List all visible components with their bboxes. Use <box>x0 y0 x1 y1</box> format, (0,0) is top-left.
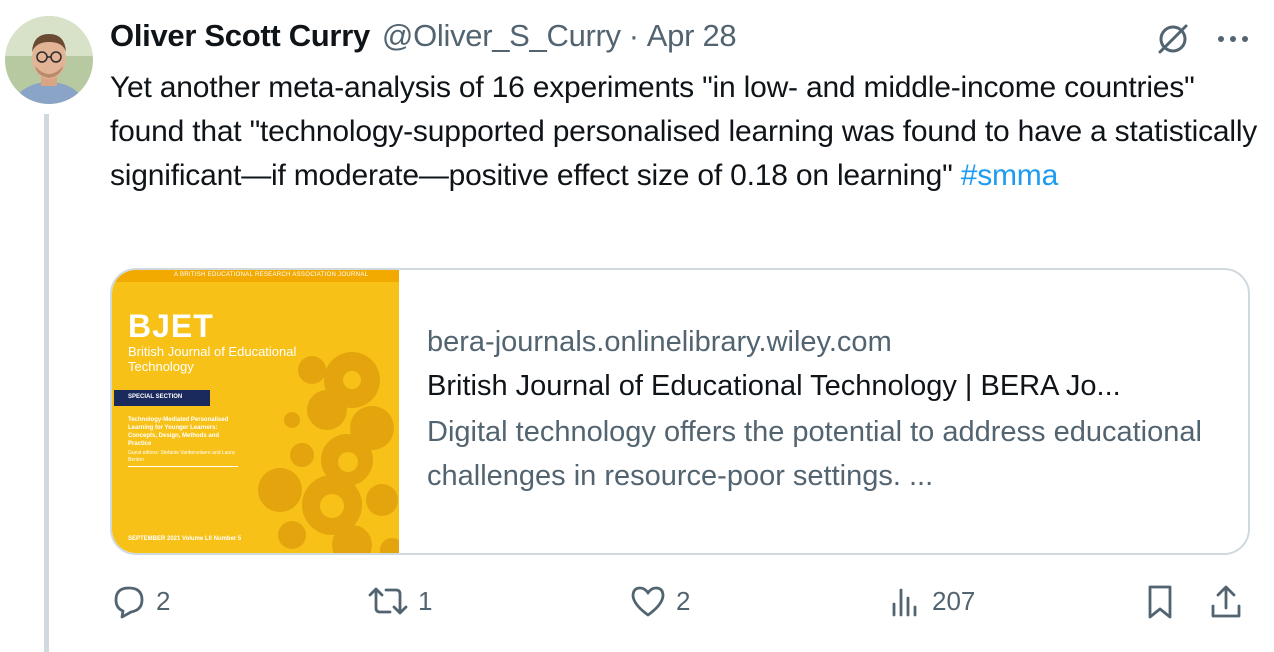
cover-acronym: BJET <box>128 308 214 344</box>
cover-header-strip: A BRITISH EDUCATIONAL RESEARCH ASSOCIATI… <box>112 270 399 282</box>
avatar-image <box>5 16 93 104</box>
tweet-text: Yet another meta-analysis of 16 experime… <box>110 66 1260 198</box>
views-count: 207 <box>932 585 976 616</box>
cover-rule <box>128 466 238 467</box>
tweet-actions: 2 1 2 207 <box>110 582 1250 630</box>
repost-icon <box>366 582 410 620</box>
author-name[interactable]: Oliver Scott Curry <box>110 18 370 54</box>
tweet-date[interactable]: Apr 28 <box>647 18 737 54</box>
views-button[interactable]: 207 <box>886 582 975 620</box>
cover-special-section-label: SPECIAL SECTION <box>128 394 183 400</box>
share-button[interactable] <box>1208 582 1244 622</box>
hashtag-link[interactable]: #smma <box>961 159 1059 192</box>
reply-button[interactable]: 2 <box>110 582 170 620</box>
bookmark-button[interactable] <box>1142 582 1178 622</box>
card-domain: bera-journals.onlinelibrary.wiley.com <box>427 326 892 358</box>
cover-pattern <box>258 352 399 553</box>
cover-special-section-bar: SPECIAL SECTION <box>114 390 210 406</box>
share-icon <box>1208 582 1244 622</box>
card-description: Digital technology offers the potential … <box>427 416 1202 492</box>
journal-cover-image: A BRITISH EDUCATIONAL RESEARCH ASSOCIATI… <box>112 270 399 553</box>
more-icon[interactable] <box>1216 34 1250 44</box>
heart-icon <box>628 582 668 620</box>
dot-separator: · <box>628 18 639 53</box>
avatar[interactable] <box>5 16 93 104</box>
link-card[interactable]: A BRITISH EDUCATIONAL RESEARCH ASSOCIATI… <box>110 268 1250 555</box>
repost-button[interactable]: 1 <box>366 582 432 620</box>
card-title: British Journal of Educational Technolog… <box>427 370 1121 402</box>
bookmark-icon <box>1142 582 1178 622</box>
reply-count: 2 <box>156 585 171 616</box>
top-right-actions <box>1154 20 1250 58</box>
card-body: bera-journals.onlinelibrary.wiley.com Br… <box>399 270 1248 553</box>
cover-issue: SEPTEMBER 2021 Volume LII Number 5 <box>128 536 242 542</box>
repost-count: 1 <box>418 585 433 616</box>
tweet-body: Yet another meta-analysis of 16 experime… <box>110 71 1258 192</box>
author-handle[interactable]: @Oliver_S_Curry <box>382 18 621 54</box>
views-icon <box>886 582 924 620</box>
like-count: 2 <box>676 585 691 616</box>
tweet-header: Oliver Scott Curry @Oliver_S_Curry · Apr… <box>110 18 737 58</box>
cover-section-title: Technology-Mediated Personalised Learnin… <box>128 417 229 447</box>
cover-editors: Guest editors: Stefanie Vanbecelaere and… <box>128 450 235 463</box>
like-button[interactable]: 2 <box>628 582 690 620</box>
cover-header: A BRITISH EDUCATIONAL RESEARCH ASSOCIATI… <box>174 272 369 278</box>
thread-line <box>44 114 49 652</box>
reply-icon <box>110 582 148 620</box>
grok-icon[interactable] <box>1154 20 1192 58</box>
